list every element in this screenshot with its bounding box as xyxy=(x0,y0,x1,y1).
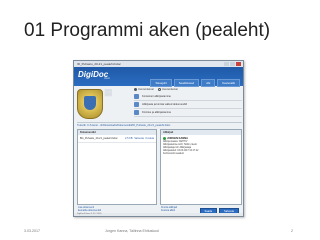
radio-icon xyxy=(158,88,162,92)
footer-author: Jorgen Kanna, Tallinna Ehituskool xyxy=(105,229,160,233)
options-panel: Uus konteiner Uus konteiner Konteineri a… xyxy=(134,87,242,121)
status-bar: DigiDoc3 klient 3.12.7.1465 xyxy=(74,213,243,216)
maximize-icon[interactable] xyxy=(230,62,235,66)
slide-title: 01 Programmi aken (pealeht) xyxy=(24,20,271,41)
document-icon xyxy=(134,102,139,107)
signer-name: JORGEN KANNA xyxy=(163,137,239,140)
radio-selected-icon xyxy=(134,88,137,92)
page-number: 2 xyxy=(291,229,293,233)
radio-option-1[interactable]: Uus konteiner xyxy=(134,88,154,92)
window-title: ID_Puhastu_20-21_pealeht.bdoc xyxy=(77,62,121,66)
documents-pane: Dokumendid BG_Puhastu_20-21_pealeht.bdoc… xyxy=(77,129,157,205)
menu-item-language[interactable]: Keelevalik xyxy=(217,79,240,87)
close-icon[interactable] xyxy=(236,62,241,66)
top-menu: Sissejuht Seadistused Abi Keelevalik xyxy=(150,79,240,87)
document-actions: 2.5 KB Salvesta Kustuta xyxy=(124,137,154,140)
signatures-pane: Allkirjad JORGEN KANNA Allkirja staatus:… xyxy=(160,129,242,205)
radio-option-2[interactable]: Uus konteiner xyxy=(158,88,178,92)
minimize-icon[interactable] xyxy=(224,62,229,66)
menu-item-help[interactable]: Abi xyxy=(201,79,216,87)
delete-signature-link[interactable]: Kustuta allkiri xyxy=(161,209,177,212)
document-name: BG_Puhastu_20-21_pealeht.bdoc xyxy=(80,137,118,140)
delete-document-link[interactable]: Kustuta xyxy=(146,137,154,140)
menu-item-intro[interactable]: Sissejuht xyxy=(150,79,172,87)
footer-date: 3.03.2017 xyxy=(24,229,40,233)
option-row[interactable]: Konteineri allkirjastamine xyxy=(134,93,242,101)
signature-card[interactable]: JORGEN KANNA Allkirja staatus: KEHTIV Al… xyxy=(161,135,241,158)
verify-icon xyxy=(134,110,139,115)
option-row[interactable]: Kinnitus ja allkirjastamine xyxy=(134,109,242,117)
save-document-link[interactable]: Salvesta xyxy=(134,137,144,140)
crest-shield-icon xyxy=(84,96,96,110)
file-path-link[interactable]: Tuleviik: C:/Users/...tiir/Downloads/Dok… xyxy=(77,122,242,127)
menu-item-settings[interactable]: Seadistused xyxy=(173,79,200,87)
document-size: 2.5 KB xyxy=(125,137,133,140)
remove-documents-link[interactable]: Eemalda dokumendid xyxy=(78,209,101,212)
document-links: Lisa dokumenti Eemalda dokumendid xyxy=(78,206,101,212)
document-row[interactable]: BG_Puhastu_20-21_pealeht.bdoc 2.5 KB Sal… xyxy=(78,135,156,143)
coat-of-arms-icon xyxy=(77,89,103,119)
app-banner: DigiDoc client Sissejuht Seadistused Abi… xyxy=(74,67,243,87)
sign-icon xyxy=(134,94,139,99)
app-logo-sub: client xyxy=(104,77,110,80)
watermark-icon: ▦ xyxy=(104,87,113,97)
valid-check-icon xyxy=(163,137,166,140)
digidoc-window: ID_Puhastu_20-21_pealeht.bdoc DigiDoc cl… xyxy=(73,60,244,217)
signature-links: Kinnita allkirjad Kustuta allkiri xyxy=(161,206,177,212)
option-row[interactable]: Allkirjasta ja kinnita valitud dokumendi… xyxy=(134,101,242,109)
signature-detail: Kehtivusinfo saadud xyxy=(163,153,184,155)
window-controls xyxy=(224,62,241,66)
